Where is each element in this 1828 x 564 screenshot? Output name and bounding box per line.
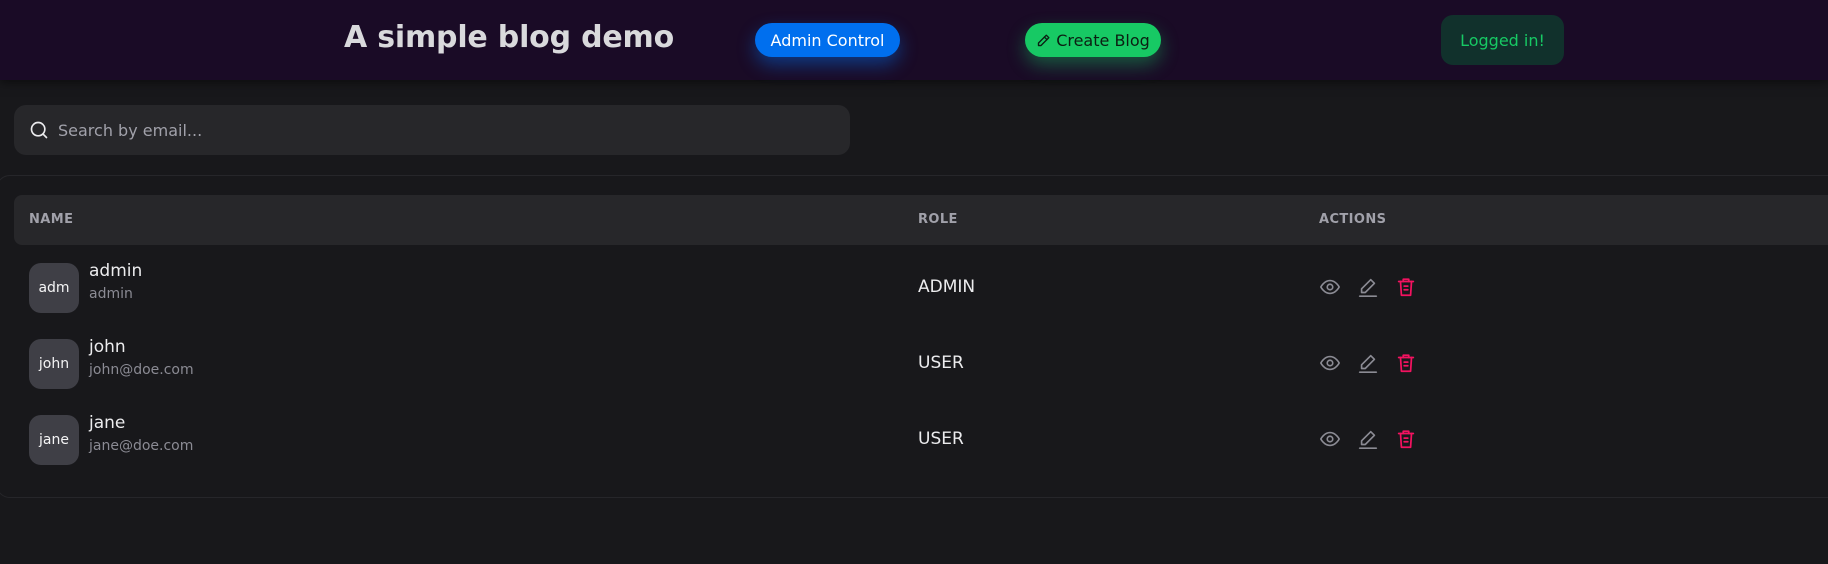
top-navbar: A simple blog demo Admin Control Create … <box>0 0 1828 80</box>
column-header-actions: ACTIONS <box>1319 212 1387 227</box>
eye-icon <box>1319 428 1341 450</box>
create-blog-button[interactable]: Create Blog <box>1025 23 1161 57</box>
view-button[interactable] <box>1318 427 1342 451</box>
table-header: NAME ROLE ACTIONS <box>14 195 1828 245</box>
delete-button[interactable] <box>1394 351 1418 375</box>
user-email: jane@doe.com <box>89 438 194 454</box>
search-bar[interactable] <box>14 105 850 155</box>
pencil-icon <box>1357 352 1379 374</box>
user-role: USER <box>918 429 964 449</box>
edit-button[interactable] <box>1356 427 1380 451</box>
avatar: john <box>29 339 79 389</box>
user-name: admin <box>89 261 143 281</box>
pencil-icon <box>1357 428 1379 450</box>
pencil-icon <box>1036 33 1051 48</box>
edit-button[interactable] <box>1356 351 1380 375</box>
avatar: jane <box>29 415 79 465</box>
user-role: ADMIN <box>918 277 976 297</box>
login-status-badge: Logged in! <box>1441 15 1564 65</box>
pencil-icon <box>1357 276 1379 298</box>
user-name: jane <box>89 413 126 433</box>
user-email: john@doe.com <box>89 362 194 378</box>
admin-control-button[interactable]: Admin Control <box>755 23 900 57</box>
table-row: adm admin admin ADMIN <box>0 249 1828 325</box>
trash-icon <box>1395 428 1417 450</box>
table-row: john john john@doe.com USER <box>0 325 1828 401</box>
delete-button[interactable] <box>1394 275 1418 299</box>
column-header-role: ROLE <box>918 212 958 227</box>
trash-icon <box>1395 276 1417 298</box>
trash-icon <box>1395 352 1417 374</box>
user-name: john <box>89 337 126 357</box>
view-button[interactable] <box>1318 275 1342 299</box>
delete-button[interactable] <box>1394 427 1418 451</box>
view-button[interactable] <box>1318 351 1342 375</box>
create-blog-label: Create Blog <box>1056 30 1150 50</box>
search-input[interactable] <box>58 120 818 140</box>
eye-icon <box>1319 352 1341 374</box>
user-role: USER <box>918 353 964 373</box>
table-row: jane jane jane@doe.com USER <box>0 401 1828 477</box>
avatar: adm <box>29 263 79 313</box>
column-header-name: NAME <box>29 212 74 227</box>
app-title: A simple blog demo <box>344 20 674 55</box>
user-email: admin <box>89 286 133 302</box>
eye-icon <box>1319 276 1341 298</box>
search-icon <box>29 120 49 140</box>
edit-button[interactable] <box>1356 275 1380 299</box>
